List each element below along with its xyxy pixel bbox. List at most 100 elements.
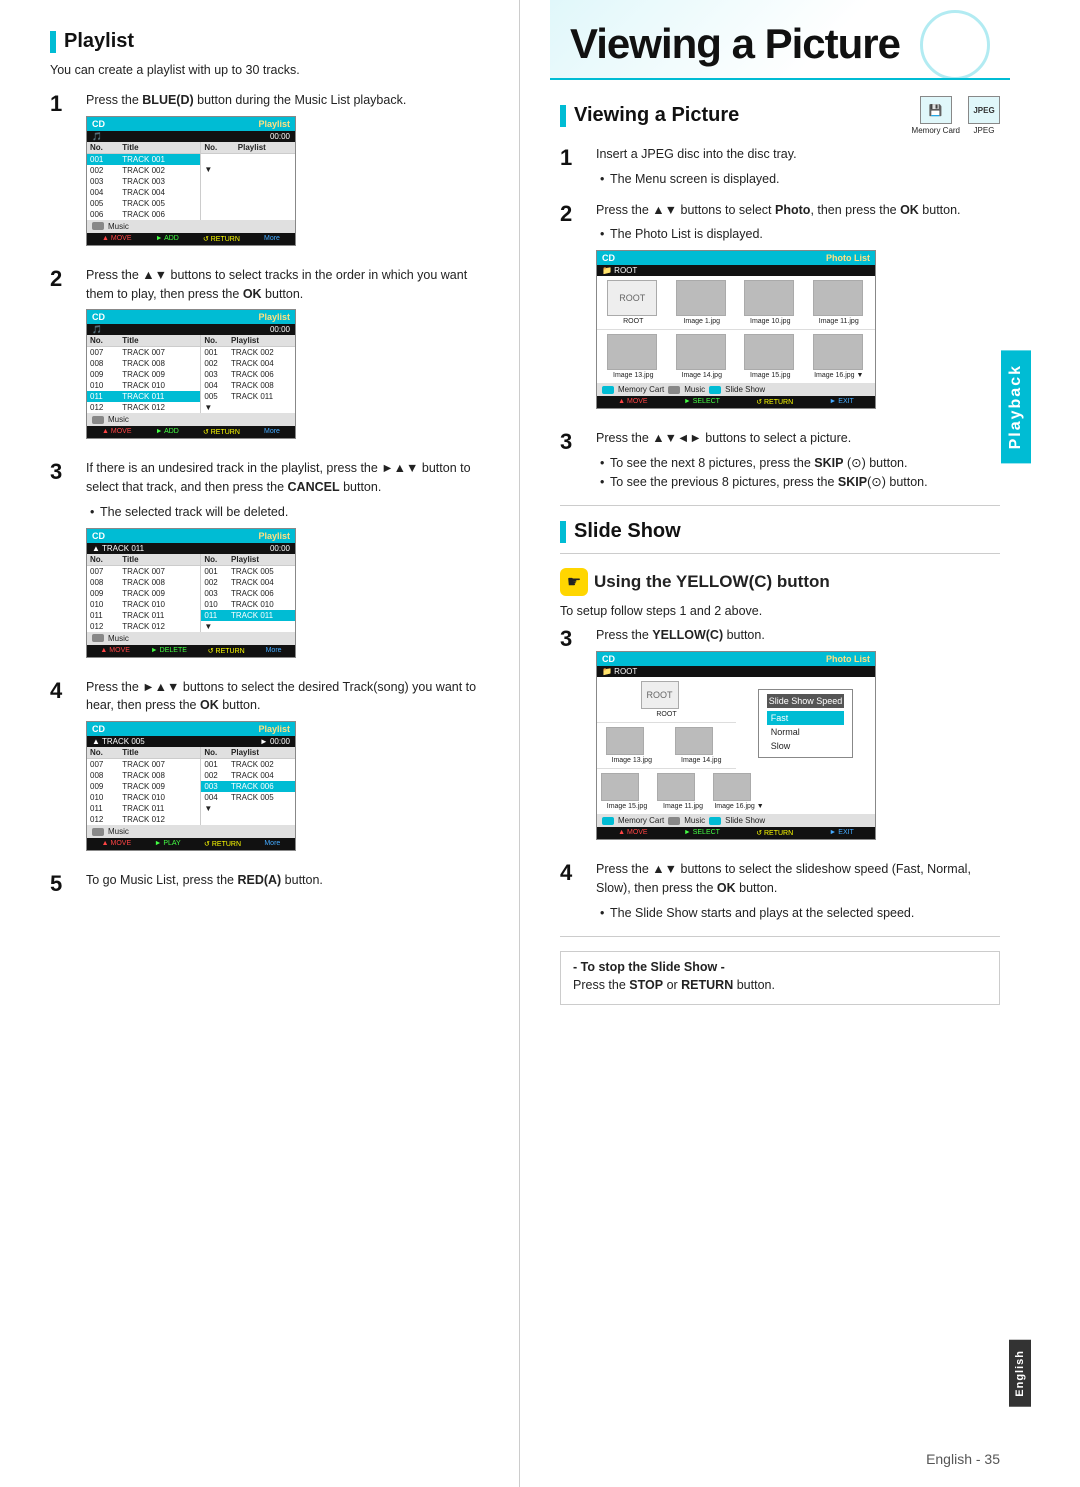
photo2-root-label: ROOT [641,711,693,718]
action-move4[interactable]: ▲ MOVE [102,840,132,848]
thumb-root-img: ROOT [607,280,657,316]
action-more4[interactable]: More [264,840,280,848]
screen3-footer-label: Music [108,634,129,643]
photo2-ss-icon [709,817,721,825]
right-step-1-num: 1 [560,145,588,171]
photo2-thumbs-row2: Image 13.jpg Image 14.jpg [597,723,736,769]
speed-option-fast[interactable]: Fast [767,711,845,725]
yellow-step-3: 3 Press the YELLOW(C) button. CD Photo L… [560,626,1000,848]
table-row: 011TRACK 011 [201,610,295,621]
photo2-action-return[interactable]: ↺ RETURN [756,829,793,837]
table-row: 008TRACK 008 [87,577,200,588]
action-move2[interactable]: ▲ MOVE [102,428,132,436]
action-return4[interactable]: ↺ RETURN [204,840,241,848]
screen4-cd: CD [92,724,105,734]
table-row: 002TRACK 004 [201,577,295,588]
step-2-block: 2 Press the ▲▼ buttons to select tracks … [50,266,489,448]
screen4-table-left: No.Title 007TRACK 007 008TRACK 008 009TR… [87,747,200,825]
table-row: 009TRACK 009 [87,369,200,380]
photo2-action-move[interactable]: ▲ MOVE [618,829,648,837]
screen3-table-left: No.Title 007TRACK 007 008TRACK 008 009TR… [87,554,200,632]
photo-screen2-subheader: 📁 ROOT [597,666,875,677]
photo2-music-icon [668,817,680,825]
action-move[interactable]: ▲ MOVE [102,235,132,243]
screen1-panels: No.Title 001TRACK 001 002TRACK 002 003TR… [87,142,295,220]
action-add2[interactable]: ► ADD [156,428,179,436]
photo-screen1-title: Photo List [826,253,870,263]
photo-action-return[interactable]: ↺ RETURN [756,398,793,406]
step-1-content: Press the BLUE(D) button during the Musi… [86,91,489,254]
action-more2[interactable]: More [264,428,280,436]
left-column: Playlist You can create a playlist with … [0,0,520,1487]
action-more[interactable]: More [264,235,280,243]
screen3-panels: No.Title 007TRACK 007 008TRACK 008 009TR… [87,554,295,632]
table-row: 005TRACK 011 [201,391,295,402]
yellow-step-3-content: Press the YELLOW(C) button. CD Photo Lis… [596,626,1000,848]
right-step-3-text: Press the ▲▼◄► buttons to select a pictu… [596,429,1000,448]
photo2-img13 [606,727,644,755]
action-move3[interactable]: ▲ MOVE [100,647,130,655]
thumb-image1: Image 1.jpg [676,280,728,325]
screen2-footer-label: Music [108,415,129,424]
speed-option-slow[interactable]: Slow [767,739,845,753]
divider3 [560,936,1000,937]
photo2-thumbs-row1: ROOT ROOT [597,677,736,723]
action-return2[interactable]: ↺ RETURN [203,428,240,436]
table-row: 007TRACK 007 [87,759,200,771]
photo-action-exit[interactable]: ► EXIT [829,398,853,406]
right-step-3-bullet2: To see the previous 8 pictures, press th… [596,473,1000,492]
jpeg-label: JPEG [974,126,995,135]
thumb-img14-label: Image 14.jpg [676,372,728,379]
screen3-actions: ▲ MOVE ► DELETE ↺ RETURN More [87,645,295,657]
table-row: 004TRACK 004 [87,187,200,198]
english-tab: English [1009,1340,1031,1407]
photo2-thumb-11: Image 11.jpg [657,773,709,810]
music-icon2 [92,416,104,424]
screen4-footer-label: Music [108,827,129,836]
photo-screen-2-container: CD Photo List 📁 ROOT ROOT RO [596,651,876,840]
photo2-thumb-14: Image 14.jpg [675,727,727,764]
action-add[interactable]: ► ADD [156,235,179,243]
right-step-3-num: 3 [560,429,588,455]
table-row: 012TRACK 012 [87,402,200,413]
photo2-music-label: Music [684,816,705,825]
playlist-section-title: Playlist [50,30,489,53]
step-5-number: 5 [50,871,78,897]
right-step-2-bullet: The Photo List is displayed. [596,225,1000,244]
thumb-image10: Image 10.jpg [744,280,796,325]
speed-option-normal[interactable]: Normal [767,725,845,739]
action-return3[interactable]: ↺ RETURN [208,647,245,655]
step-5-block: 5 To go Music List, press the RED(A) but… [50,871,489,897]
yellow-step-4-num: 4 [560,860,588,886]
action-return[interactable]: ↺ RETURN [203,235,240,243]
photo2-img15 [601,773,639,801]
table-row: 011TRACK 011 [87,803,200,814]
action-delete3[interactable]: ► DELETE [151,647,187,655]
viewing-section: Viewing a Picture 💾 Memory Card JPEG JPE… [550,96,1010,1005]
table-row: 005TRACK 005 [87,198,200,209]
table-row: ▼ [201,621,295,632]
screen4-track-label: ▲ TRACK 005 [92,737,145,746]
screen1-left-panel: No.Title 001TRACK 001 002TRACK 002 003TR… [87,142,201,220]
table-row: 004TRACK 008 [201,380,295,391]
table-row: 003TRACK 006 [201,369,295,380]
photo-screen1-cd: CD [602,253,615,263]
action-more3[interactable]: More [266,647,282,655]
table-row: 011TRACK 011 [87,610,200,621]
right-column: Viewing a Picture Viewing a Picture 💾 Me… [520,0,1030,1487]
yellow-step-4-bullet: The Slide Show starts and plays at the s… [596,904,1000,923]
photo-action-move[interactable]: ▲ MOVE [618,398,648,406]
thumb-img10 [744,280,794,316]
yellow-step-4-content: Press the ▲▼ buttons to select the slide… [596,860,1000,922]
screen4-actions: ▲ MOVE ► PLAY ↺ RETURN More [87,838,295,850]
screen2-table-right: No.Playlist 001TRACK 002 002TRACK 004 00… [201,335,295,413]
photo2-action-exit[interactable]: ► EXIT [829,829,853,837]
table-row: 003TRACK 003 [87,176,200,187]
photo-screen2-header: CD Photo List [597,652,875,666]
screen3-time: 00:00 [270,544,290,553]
photo-screen-2: CD Photo List 📁 ROOT ROOT RO [596,651,876,840]
photo-action-select[interactable]: ► SELECT [684,398,720,406]
action-play4[interactable]: ► PLAY [154,840,180,848]
screen4-time: ► 00:00 [260,737,290,746]
photo2-action-select[interactable]: ► SELECT [684,829,720,837]
